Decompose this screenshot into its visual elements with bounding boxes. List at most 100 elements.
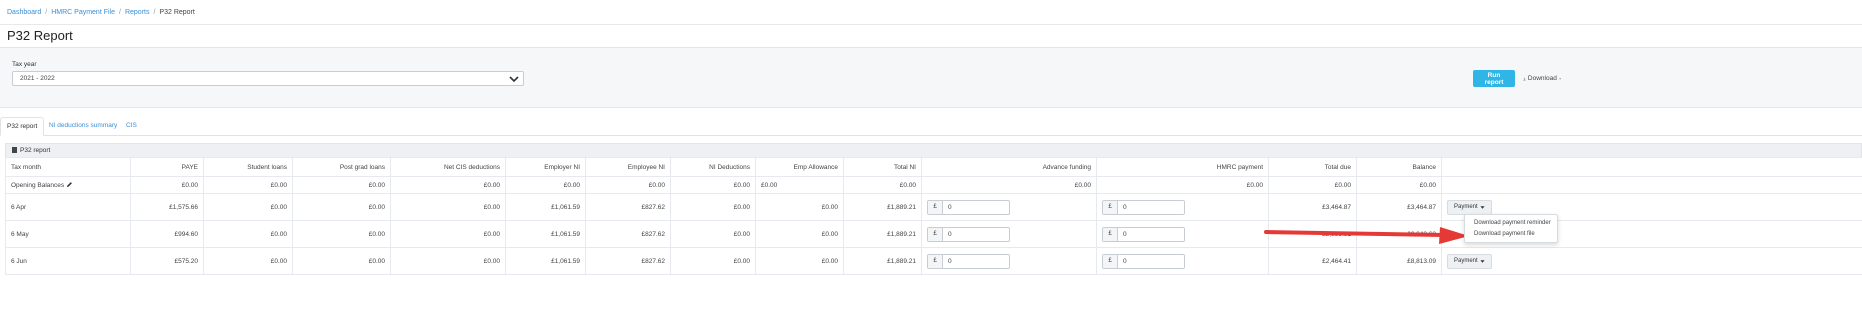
table-cell: £0.00	[843, 176, 922, 194]
report-tabs: P32 report NI deductions summary CIS	[0, 117, 1862, 136]
col-post-grad-loans: Post grad loans	[292, 157, 391, 177]
currency-addon: £	[928, 200, 943, 214]
menu-item-download-payment-file[interactable]: Download payment file	[1474, 231, 1535, 237]
table-cell: £0.00	[292, 176, 391, 194]
col-hmrc-payment: HMRC payment	[1096, 157, 1269, 177]
table-row-opening: Opening Balances £0.00 £0.00 £0.00 £0.00…	[5, 176, 1862, 194]
advance-funding-input[interactable]: £0	[927, 199, 1010, 215]
advance-funding-cell: £0	[921, 193, 1097, 221]
advance-funding-value: 0	[948, 203, 952, 211]
col-actions	[1441, 157, 1862, 177]
section-title: P32 report	[20, 147, 51, 154]
payment-label: Payment	[1454, 204, 1478, 210]
table-cell: £0.00	[670, 220, 756, 248]
table-cell: £1,061.59	[505, 193, 586, 221]
col-total-due: Total due	[1268, 157, 1357, 177]
tax-year-select[interactable]: 2021 - 2022	[12, 71, 524, 86]
table-cell: £1,889.21	[843, 220, 922, 248]
run-report-button[interactable]: Run report	[1473, 70, 1515, 87]
table-cell: £8,813.09	[1356, 247, 1442, 275]
table-cell: £3,464.87	[1268, 193, 1357, 221]
advance-funding-input[interactable]: £0	[927, 253, 1010, 269]
breadcrumb-separator: /	[119, 9, 121, 16]
table-cell: £827.62	[585, 247, 671, 275]
table-cell	[1441, 176, 1862, 194]
currency-addon: £	[1103, 227, 1118, 241]
download-label: Download	[1527, 75, 1557, 82]
tab-cis[interactable]: CIS	[120, 117, 143, 135]
table-cell: £0.00	[292, 193, 391, 221]
col-employee-ni: Employee NI	[585, 157, 671, 177]
hmrc-payment-input[interactable]: £0	[1102, 199, 1185, 215]
table-cell: £0.00	[670, 176, 756, 194]
document-icon	[12, 147, 17, 153]
payment-button[interactable]: Payment	[1447, 253, 1492, 269]
table-cell: £827.62	[585, 220, 671, 248]
table-cell: £0.00	[292, 220, 391, 248]
table-row: 6 Apr £1,575.66 £0.00 £0.00 £0.00 £1,061…	[5, 193, 1862, 221]
table-cell: £0.00	[755, 220, 844, 248]
breadcrumb-reports[interactable]: Reports	[125, 9, 150, 16]
payment-button[interactable]: Payment	[1447, 199, 1492, 215]
menu-item-download-payment-reminder[interactable]: Download payment reminder	[1474, 220, 1551, 226]
hmrc-payment-cell: £0	[1096, 193, 1269, 221]
advance-funding-cell: £0	[921, 220, 1097, 248]
col-total-ni: Total NI	[843, 157, 922, 177]
currency-addon: £	[928, 254, 943, 268]
tab-p32-report[interactable]: P32 report	[0, 117, 45, 136]
hmrc-payment-input[interactable]: £0	[1102, 253, 1185, 269]
section-header: P32 report	[5, 143, 1862, 157]
pencil-icon[interactable]	[66, 181, 73, 188]
table-cell: £0.00	[505, 176, 586, 194]
table-cell: 6 May	[5, 220, 131, 248]
table-cell: £0.00	[755, 193, 844, 221]
p32-table: Tax month PAYE Student loans Post grad l…	[5, 157, 1862, 275]
advance-funding-input[interactable]: £0	[927, 226, 1010, 242]
table-cell: 6 Apr	[5, 193, 131, 221]
caret-down-icon	[1480, 259, 1485, 263]
breadcrumb-separator: /	[45, 9, 48, 16]
currency-addon: £	[1103, 200, 1118, 214]
breadcrumb-separator: /	[153, 9, 156, 16]
hmrc-payment-input[interactable]: £0	[1102, 226, 1185, 242]
table-cell: £1,889.21	[843, 247, 922, 275]
hmrc-payment-value: 0	[1123, 203, 1127, 211]
table-cell: £0.00	[203, 247, 293, 275]
download-button[interactable]: Download	[1517, 70, 1567, 87]
breadcrumb-dashboard[interactable]: Dashboard	[7, 9, 41, 16]
table-cell: £827.62	[585, 193, 671, 221]
table-cell: £0.00	[755, 247, 844, 275]
col-net-cis: Net CIS deductions	[390, 157, 506, 177]
table-cell: £0.00	[390, 193, 506, 221]
payment-label: Payment	[1454, 258, 1478, 264]
col-balance: Balance	[1356, 157, 1442, 177]
table-cell: £0.00	[390, 176, 506, 194]
col-emp-allowance: Emp Allowance	[755, 157, 844, 177]
caret-down-icon	[1480, 205, 1485, 209]
col-advance-funding: Advance funding	[921, 157, 1097, 177]
currency-addon: £	[1103, 254, 1118, 268]
table-cell: £0.00	[921, 176, 1097, 194]
col-student-loans: Student loans	[203, 157, 293, 177]
page-title: P32 Report	[7, 28, 73, 43]
tab-ni-deductions-summary[interactable]: NI deductions summary	[43, 117, 123, 135]
table-cell: £2,464.41	[1268, 247, 1357, 275]
table-cell: 6 Jun	[5, 247, 131, 275]
table-cell: £0.00	[755, 176, 844, 194]
table-cell: £1,061.59	[505, 220, 586, 248]
tax-year-label: Tax year	[12, 61, 37, 68]
table-cell: £0.00	[670, 193, 756, 221]
advance-funding-cell: £0	[921, 247, 1097, 275]
advance-funding-value: 0	[948, 257, 952, 265]
table-cell: £575.20	[130, 247, 204, 275]
currency-addon: £	[928, 227, 943, 241]
actions-cell: Payment	[1441, 247, 1862, 275]
breadcrumb-hmrc-payment-file[interactable]: HMRC Payment File	[51, 9, 115, 16]
table-cell: £0.00	[1268, 176, 1357, 194]
table-cell: £0.00	[390, 220, 506, 248]
table-row: 6 May £994.60 £0.00 £0.00 £0.00 £1,061.5…	[5, 220, 1862, 248]
hmrc-payment-value: 0	[1123, 230, 1127, 238]
breadcrumb: Dashboard / HMRC Payment File / Reports / P32 …	[7, 9, 195, 16]
opening-label: Opening Balances	[11, 182, 65, 189]
col-tax-month: Tax month	[5, 157, 131, 177]
